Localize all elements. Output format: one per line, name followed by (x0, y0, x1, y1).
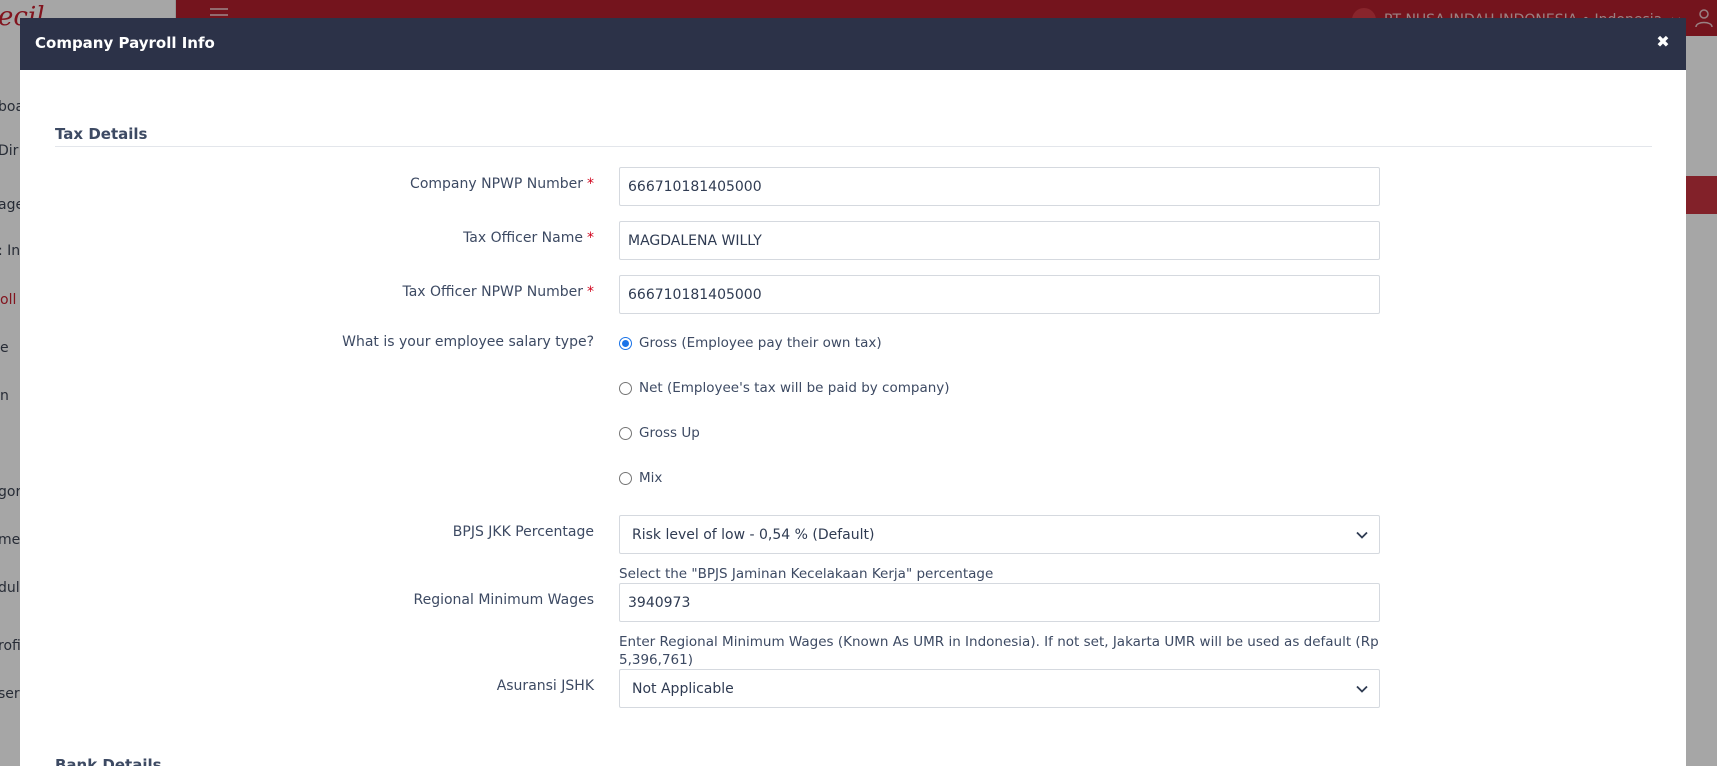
chevron-down-icon (1356, 531, 1368, 539)
required-mark: * (587, 284, 594, 300)
tax-officer-name-input[interactable] (619, 221, 1380, 260)
bpjs-jkk-selected-value: Risk level of low - 0,54 % (Default) (632, 527, 875, 543)
section-title-tax-details: Tax Details (55, 125, 148, 143)
asuransi-jshk-selected-value: Not Applicable (632, 681, 734, 697)
required-mark: * (587, 230, 594, 246)
required-mark: * (587, 176, 594, 192)
salary-type-option-label: Gross Up (639, 425, 700, 441)
radio-checked[interactable] (619, 336, 632, 350)
salary-type-option-label: Net (Employee's tax will be paid by comp… (639, 380, 950, 396)
regional-minimum-wages-input[interactable] (619, 583, 1380, 622)
bpjs-jkk-help-text: Select the "BPJS Jaminan Kecelakaan Kerj… (619, 566, 994, 582)
close-icon[interactable]: ✖ (1654, 33, 1672, 51)
salary-type-option-mix[interactable]: Mix (619, 470, 662, 486)
tax-officer-npwp-label-text: Tax Officer NPWP Number (402, 284, 583, 300)
salary-type-option-net[interactable]: Net (Employee's tax will be paid by comp… (619, 380, 950, 396)
radio-unchecked[interactable] (619, 426, 632, 440)
salary-type-option-label: Gross (Employee pay their own tax) (639, 335, 882, 351)
salary-type-option-label: Mix (639, 470, 663, 486)
salary-type-option-gross[interactable]: Gross (Employee pay their own tax) (619, 335, 882, 351)
asuransi-jshk-select[interactable]: Not Applicable (619, 669, 1380, 708)
company-payroll-info-modal: Company Payroll Info ✖ Tax Details Compa… (20, 18, 1686, 766)
salary-type-label: What is your employee salary type? (342, 334, 594, 350)
modal-title: Company Payroll Info (35, 34, 215, 52)
tax-officer-name-label: Tax Officer Name * (463, 230, 594, 246)
company-npwp-input[interactable] (619, 167, 1380, 206)
tax-officer-npwp-input[interactable] (619, 275, 1380, 314)
radio-unchecked[interactable] (619, 381, 632, 395)
company-npwp-label: Company NPWP Number * (410, 176, 594, 192)
section-divider (55, 146, 1652, 147)
bpjs-jkk-select[interactable]: Risk level of low - 0,54 % (Default) (619, 515, 1380, 554)
bpjs-jkk-label: BPJS JKK Percentage (452, 524, 594, 540)
modal-header: Company Payroll Info ✖ (20, 18, 1686, 70)
radio-unchecked[interactable] (619, 471, 632, 485)
company-npwp-label-text: Company NPWP Number (410, 176, 583, 192)
section-title-bank-details: Bank Details (55, 756, 162, 766)
tax-officer-npwp-label: Tax Officer NPWP Number * (402, 284, 594, 300)
regional-minimum-wages-label: Regional Minimum Wages (413, 592, 595, 608)
salary-type-option-gross-up[interactable]: Gross Up (619, 425, 700, 441)
asuransi-jshk-label: Asuransi JSHK (496, 678, 594, 694)
regional-minimum-wages-help-text: Enter Regional Minimum Wages (Known As U… (619, 634, 1379, 668)
chevron-down-icon (1356, 685, 1368, 693)
tax-officer-name-label-text: Tax Officer Name (463, 230, 583, 246)
